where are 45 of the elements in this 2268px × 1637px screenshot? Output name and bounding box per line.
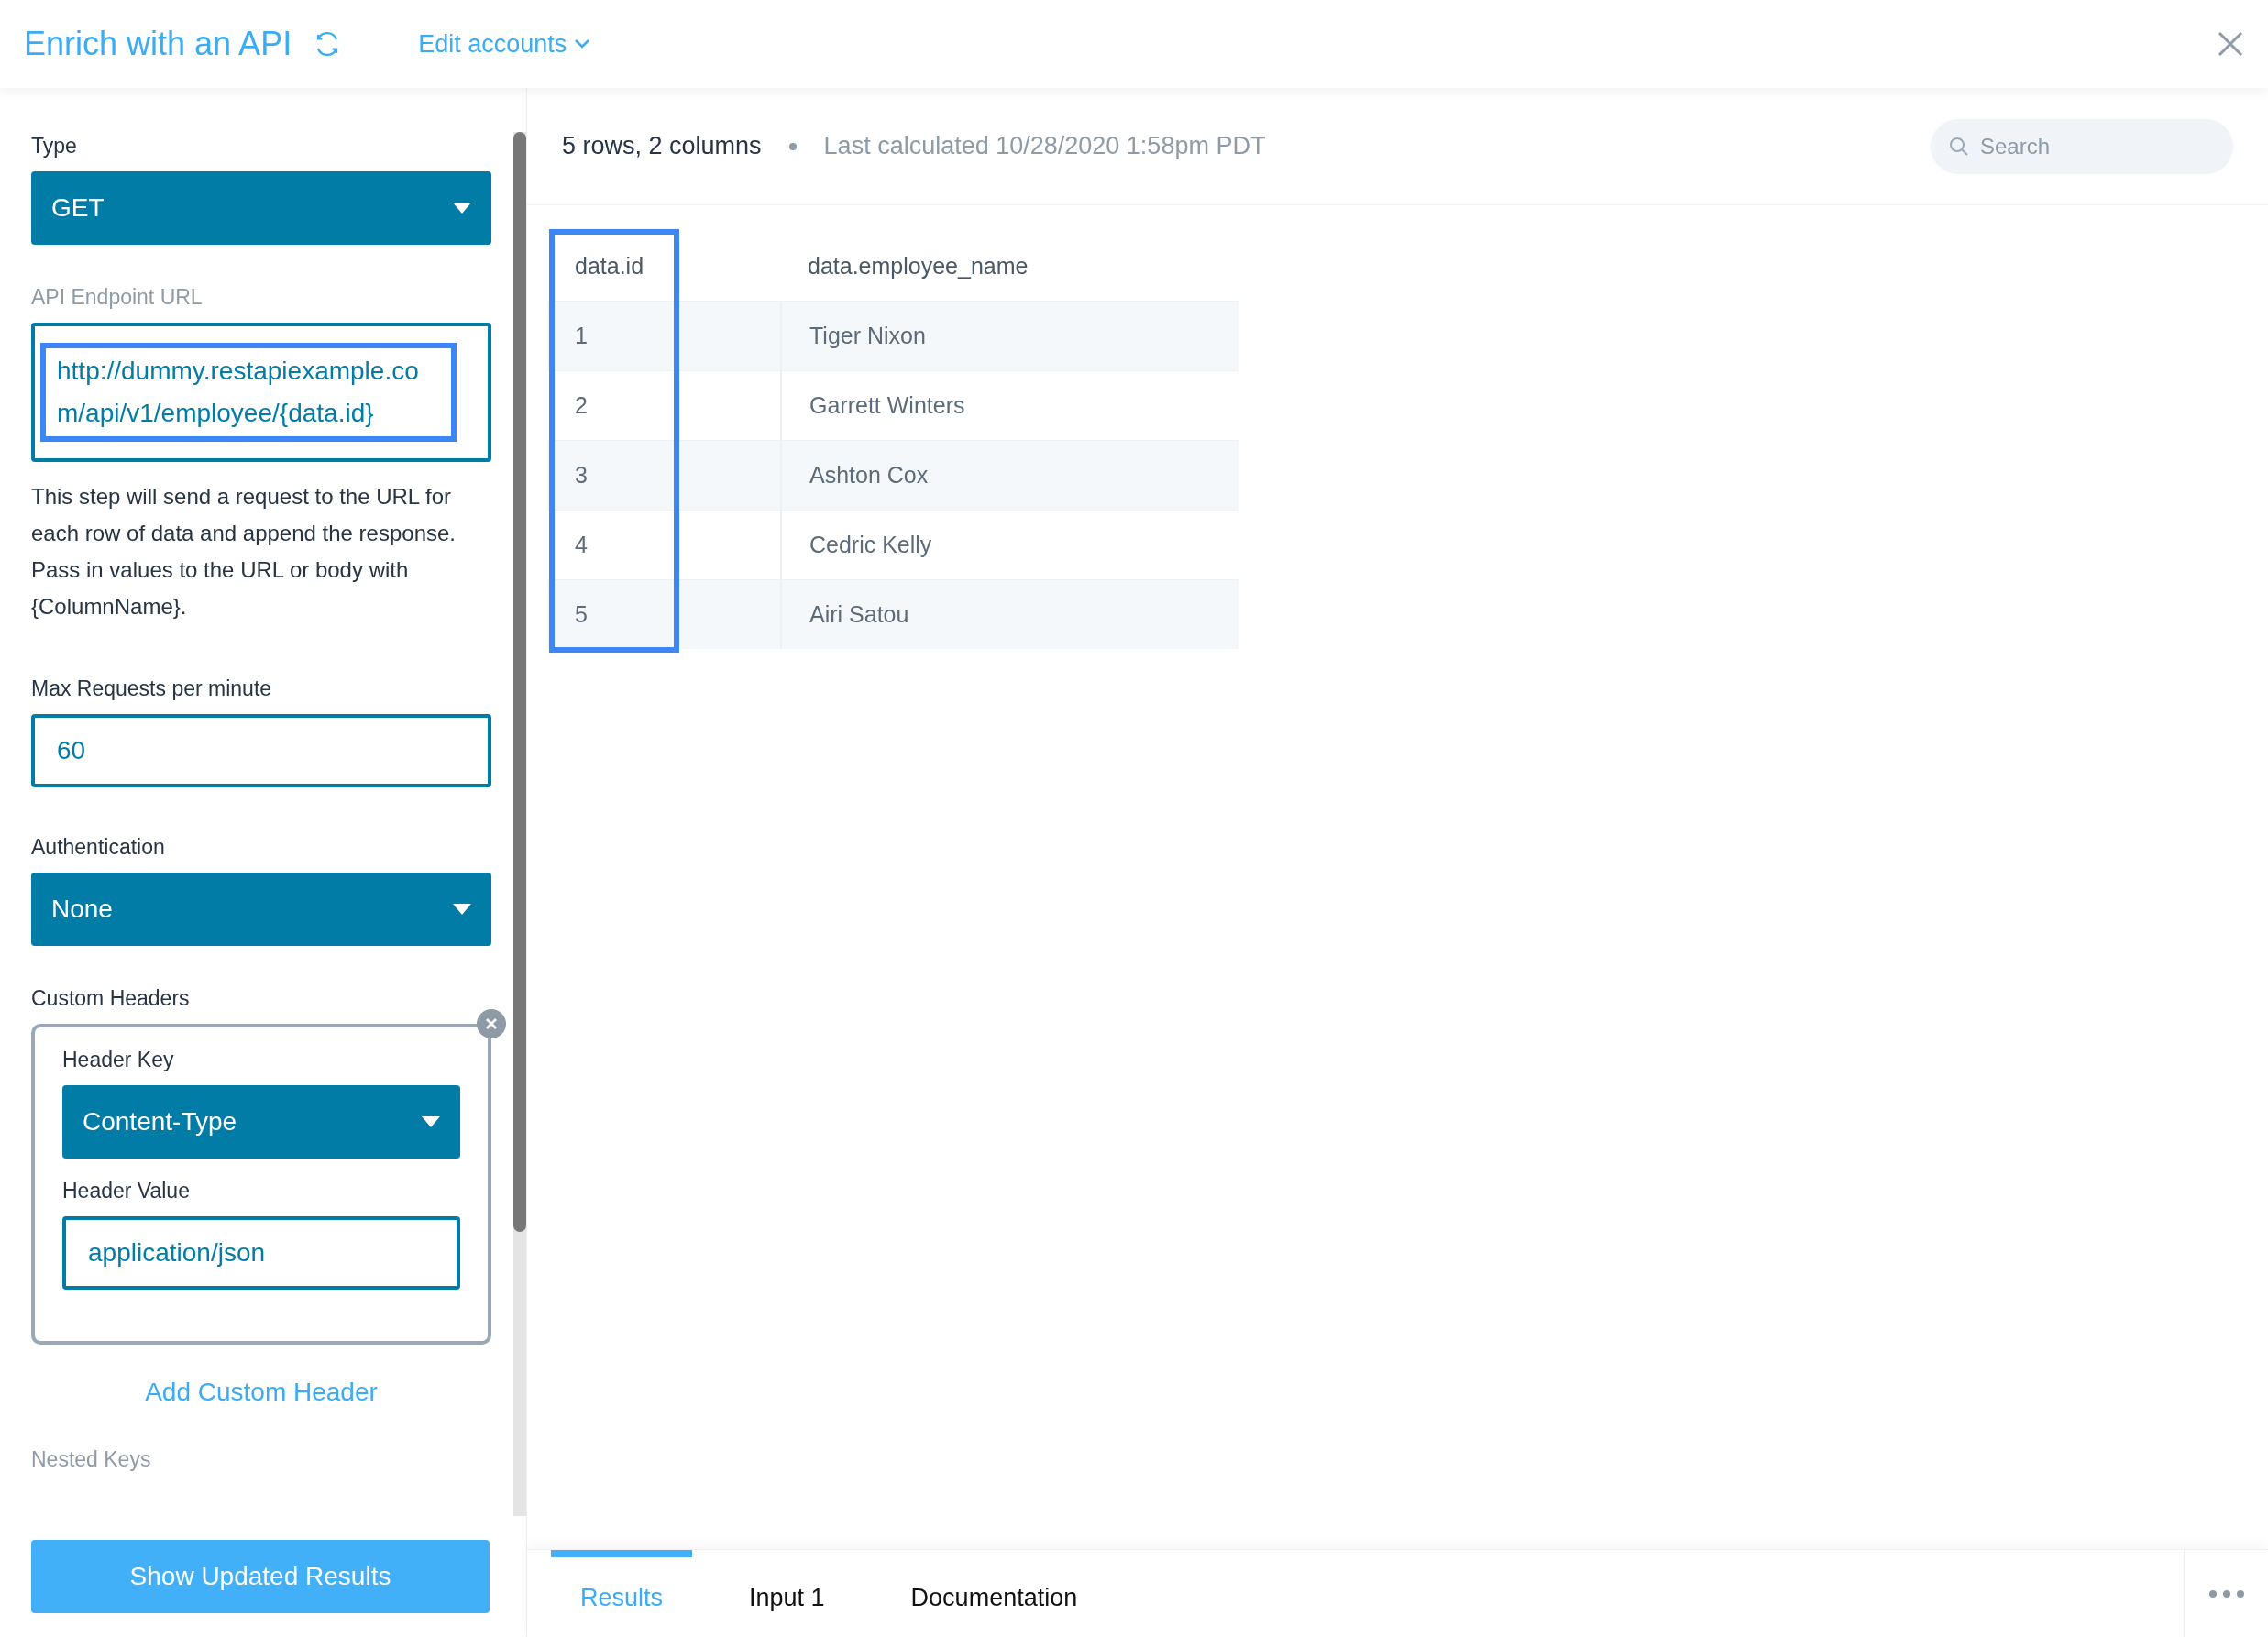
column-header[interactable]: data.id xyxy=(547,231,780,301)
field-label: Custom Headers xyxy=(31,986,191,1011)
separator-dot xyxy=(788,142,797,150)
field-label: Type xyxy=(31,134,78,159)
field-label: Header Value xyxy=(62,1179,191,1203)
description-text: This step will send a request to the URL for each row of data and append the response. Pass in values to the URL or body with {ColumnName}. xyxy=(31,483,457,621)
field-label: Authentication xyxy=(31,835,166,860)
remove-icon[interactable] xyxy=(477,1009,506,1038)
edit-accounts-menu[interactable]: Edit accounts xyxy=(418,29,591,59)
table-cell: 5 xyxy=(547,579,780,649)
type-dropdown[interactable]: GET xyxy=(31,171,491,245)
page-title: Enrich with an API xyxy=(24,25,292,63)
table-cell: Airi Satou xyxy=(780,579,1239,649)
table-cell: 1 xyxy=(547,301,780,370)
url-text: http://dummy.restapiexample.com/api/v1/employee/{data.id} xyxy=(40,343,457,442)
row-count: 5 rows, 2 columns xyxy=(562,132,762,160)
search-field[interactable]: Search xyxy=(1931,118,2233,174)
chevron-icon xyxy=(574,38,591,49)
last-calculated: Last calculated 10/28/2020 1:58pm PDT xyxy=(823,132,1266,160)
table-cell: Tiger Nixon xyxy=(780,301,1239,370)
search-icon xyxy=(1949,136,1969,157)
header-value-field[interactable]: application/json xyxy=(62,1216,460,1290)
field-label: API Endpoint URL xyxy=(31,285,204,310)
column-header[interactable]: data.employee_name xyxy=(780,231,1239,301)
table-cell: 3 xyxy=(547,440,780,510)
scrollbar-thumb[interactable] xyxy=(513,132,526,1232)
table-cell: Garrett Winters xyxy=(780,370,1239,440)
tab[interactable]: Documentation xyxy=(881,1550,1107,1637)
header-key-dropdown[interactable]: Content-Type xyxy=(62,1085,460,1159)
max-requests-field[interactable]: 60 xyxy=(31,714,491,787)
url-field[interactable]: http://dummy.restapiexample.com/api/v1/employee/{data.id} xyxy=(31,323,491,462)
close-icon[interactable] xyxy=(2217,30,2244,58)
table-cell: Ashton Cox xyxy=(780,440,1239,510)
caret-icon xyxy=(422,1116,440,1127)
field-label: Max Requests per minute xyxy=(31,676,273,701)
add-custom-header-link[interactable]: Add Custom Header xyxy=(145,1378,378,1407)
table-cell: Cedric Kelly xyxy=(780,510,1239,579)
authentication-dropdown[interactable]: None xyxy=(31,873,491,946)
show-results-button[interactable]: Show Updated Results xyxy=(31,1540,490,1613)
caret-icon xyxy=(453,203,471,214)
tab[interactable]: Results xyxy=(551,1550,693,1637)
tab[interactable]: Input 1 xyxy=(720,1550,854,1637)
field-label: Nested Keys xyxy=(31,1447,152,1472)
caret-icon xyxy=(453,904,471,915)
field-label: Header Key xyxy=(62,1048,175,1072)
